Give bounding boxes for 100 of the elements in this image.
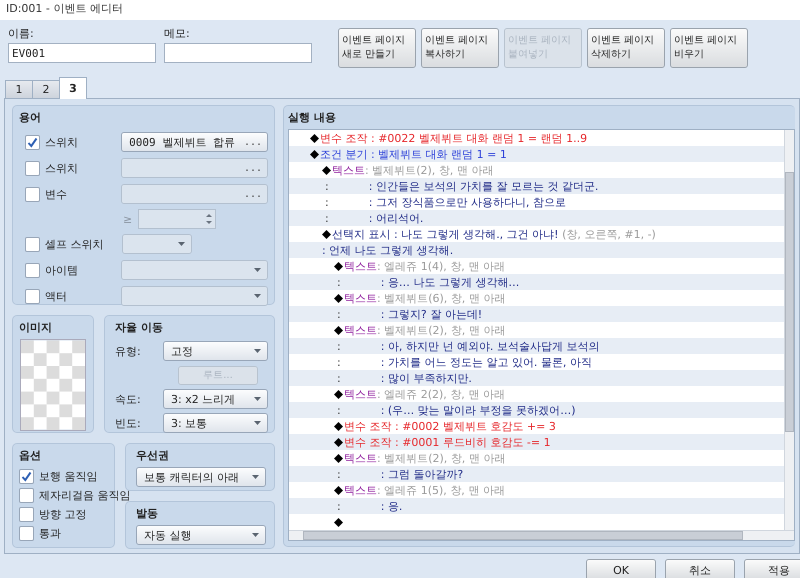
command-row[interactable]: : : 응… 나도 그렇게 생각해… [289,274,784,290]
group-title: 자율 이동 [115,320,163,335]
memo-field[interactable] [164,43,312,63]
diamond-icon [334,262,343,270]
command-row[interactable]: : : 그렇지? 잘 아는데! [289,306,784,322]
diamond-icon [334,486,343,494]
command-row[interactable]: 텍스트: 엘레쥬 1(4), 창, 맨 아래 [289,258,784,274]
trigger-dropdown[interactable]: 자동 실행 [136,525,266,545]
dialog-button[interactable]: 적용 [744,559,800,578]
diamond-icon [334,518,343,526]
page-button[interactable]: 이벤트 페이지 새로 만들기 [338,28,416,68]
page-button[interactable]: 이벤트 페이지 비우기 [670,28,748,68]
command-row[interactable]: 텍스트: 벨제뷔트(2), 창, 맨 아래 [289,322,784,338]
command-row[interactable]: 변수 조작 : #0022 벨제뷔트 대화 랜덤 1 = 랜덤 1..9 [289,130,784,146]
command-row[interactable]: 텍스트: 엘레쥬 1(5), 창, 맨 아래 [289,482,784,498]
command-row[interactable]: 선택지 표시 : 나도 그렇게 생각해., 그건 아냐! (창, 오른쪽, #1, -) [289,226,784,242]
command-label: 텍스트 [344,290,377,306]
command-row[interactable]: 조건 분기 : 벨제뷔트 대화 랜덤 1 = 1 [289,146,784,162]
command-row[interactable]: : : 그저 장식품으로만 사용하다니, 참으로 [289,194,784,210]
command-params: : 엘레쥬 1(4), 창, 맨 아래 [377,258,505,274]
command-row[interactable]: 변수 조작 : #0002 벨제뷔트 호감도 += 3 [289,418,784,434]
command-params: : 벨제뷔트(6), 창, 맨 아래 [377,290,506,306]
command-row[interactable]: 텍스트: 엘레쥬 2(2), 창, 맨 아래 [289,386,784,402]
command-text: 변수 조작 : #0002 벨제뷔트 호감도 += 3 [344,418,556,434]
page-tab[interactable]: 2 [32,80,60,98]
command-row[interactable]: : : 어리석어. [289,210,784,226]
command-row[interactable]: : : 응. [289,498,784,514]
name-field[interactable]: EV001 [8,43,156,63]
diamond-icon [334,390,343,398]
group-title: 발동 [136,506,158,521]
group-title: 이미지 [19,320,52,335]
command-row[interactable]: 변수 조작 : #0001 루드비히 호감도 -= 1 [289,434,784,450]
condition-label: 스위치 [45,134,78,150]
frequency-dropdown[interactable]: 3: 보통 [163,413,268,433]
checkbox[interactable] [19,526,34,541]
checkbox[interactable] [19,469,34,484]
message-text: : (우… 맞는 말이라 부정을 못하겠어…) [380,402,576,418]
page-tab[interactable]: 3 [59,77,87,99]
speed-dropdown[interactable]: 3: x2 느리게 [163,389,268,409]
continuation-mark: : [325,180,329,192]
type-dropdown[interactable]: 고정 [163,341,268,361]
message-text: : 그럼 돌아갈까? [380,466,464,482]
command-text: : 언제 나도 그렇게 생각해. [322,242,454,258]
group-title: 우선권 [136,448,169,463]
command-label: 텍스트 [344,322,377,338]
caret-icon [252,533,259,537]
command-label: 텍스트 [332,162,365,178]
command-params: : 벨제뷔트(2), 창, 맨 아래 [377,450,506,466]
page-button[interactable]: 이벤트 페이지 복사하기 [421,28,499,68]
command-params: : 엘레쥬 2(2), 창, 맨 아래 [377,386,505,402]
checkerboard-drawing[interactable] [20,339,86,431]
continuation-mark: : [325,196,329,208]
command-text: 변수 조작 : #0001 루드비히 호감도 -= 1 [344,434,551,450]
message-text: : 어리석어. [368,210,424,226]
caret-icon [178,242,185,246]
page-tab[interactable]: 1 [5,80,33,98]
field-label: 유형: [115,344,142,358]
number-field[interactable] [138,209,216,229]
command-label: 텍스트 [344,482,377,498]
message-text: : 많이 부족하지만. [380,370,472,386]
command-label: 텍스트 [344,450,377,466]
command-row[interactable]: : : 많이 부족하지만. [289,370,784,386]
priority-dropdown[interactable]: 보통 캐릭터의 아래 [136,467,266,487]
command-row[interactable]: : : 아, 하지만 넌 예외야. 보석술사답게 보석의 [289,338,784,354]
command-row[interactable]: : : 그럼 돌아갈까? [289,466,784,482]
continuation-mark: : [337,276,341,288]
horizontal-scrollbar[interactable] [289,530,794,540]
command-row[interactable]: : : (우… 맞는 말이라 부정을 못하겠어…) [289,402,784,418]
checkbox[interactable] [25,134,40,150]
command-row[interactable]: 텍스트: 벨제뷔트(6), 창, 맨 아래 [289,290,784,306]
page-button[interactable]: 이벤트 페이지 삭제하기 [587,28,665,68]
dialog-button[interactable]: 취소 [665,559,735,578]
command-row[interactable]: : : 인간들은 보석의 가치를 잘 모르는 것 같더군. [289,178,784,194]
command-row[interactable]: 텍스트: 벨제뷔트(2), 창, 맨 아래 [289,162,784,178]
diamond-icon [334,326,343,334]
continuation-mark: : [337,404,341,416]
field-label: 빈도: [115,416,142,430]
checkbox[interactable] [19,488,34,503]
group-title: 용어 [19,110,41,125]
option-label: 제자리걸음 움직임 [39,488,130,503]
continuation-mark: : [337,340,341,352]
command-row[interactable]: : 언제 나도 그렇게 생각해. [289,242,784,258]
message-text: : 응. [380,498,402,514]
command-row[interactable]: : : 가치를 어느 정도는 알고 있어. 물론, 아직 [289,354,784,370]
caret-icon [254,421,261,425]
condition-label: 아이템 [45,262,78,278]
continuation-mark: : [337,372,341,384]
condition-label: 셀프 스위치 [45,236,104,252]
command-row[interactable]: 텍스트: 벨제뷔트(2), 창, 맨 아래 [289,450,784,466]
condition-label: 변수 [45,186,67,202]
caret-icon [252,475,259,479]
message-text: : 인간들은 보석의 가치를 잘 모르는 것 같더군. [368,178,598,194]
message-text: : 그저 장식품으로만 사용하다니, 참으로 [368,194,566,210]
caret-icon [254,349,261,353]
command-text: 선택지 표시 : 나도 그렇게 생각해., 그건 아냐! [332,226,559,242]
dialog-button[interactable]: OK [586,559,656,578]
command-label: 텍스트 [344,258,377,274]
vertical-scrollbar[interactable] [784,130,794,530]
checkbox[interactable] [19,507,34,522]
condition-picker[interactable]: 0009 벨제뷔트 합류 ... [121,132,268,152]
